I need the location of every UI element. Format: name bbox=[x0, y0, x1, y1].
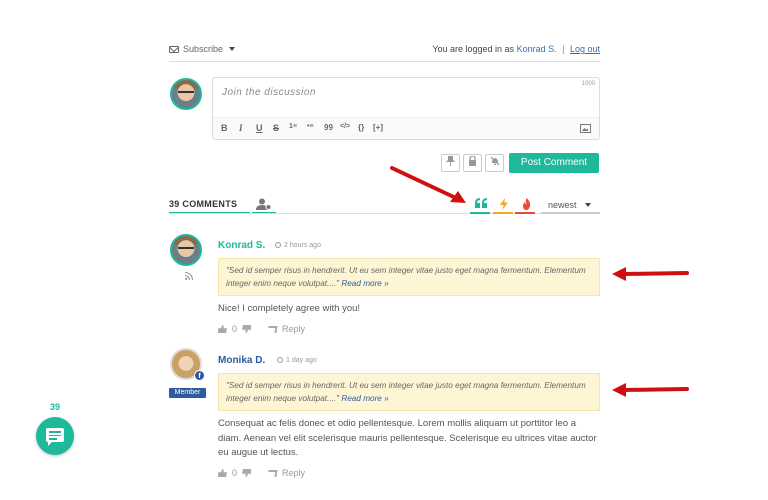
italic-button[interactable]: I bbox=[239, 123, 243, 133]
current-user-avatar bbox=[170, 78, 202, 110]
vote-count: 0 bbox=[232, 468, 238, 478]
post-comment-button[interactable]: Post Comment bbox=[509, 153, 599, 173]
sort-label: newest bbox=[548, 200, 577, 210]
facebook-icon: f bbox=[194, 370, 205, 381]
rss-icon bbox=[185, 272, 193, 280]
separator: | bbox=[562, 44, 565, 54]
chat-line bbox=[49, 431, 61, 433]
top-bar: Subscribe You are logged in as Konrad S.… bbox=[169, 42, 600, 60]
logged-in-prefix: You are logged in as bbox=[432, 44, 515, 54]
divider bbox=[169, 61, 600, 62]
logout-link[interactable]: Log out bbox=[570, 44, 600, 54]
quote-icon bbox=[475, 198, 487, 208]
quote-text: "Sed id semper risus in hendrerit. Ut eu… bbox=[226, 266, 586, 288]
subscribed-users-tab[interactable] bbox=[256, 197, 276, 211]
comment-author[interactable]: Monika D. bbox=[218, 355, 265, 366]
inline-feedback-filter[interactable] bbox=[471, 198, 491, 211]
comment-composer[interactable]: Join the discussion 1000 B I U S 1≡ •≡ 9… bbox=[212, 77, 600, 140]
read-more-link[interactable]: Read more » bbox=[341, 394, 388, 403]
comment-text: Consequat ac felis donec et odio pellent… bbox=[218, 418, 597, 458]
reply-icon[interactable] bbox=[267, 325, 278, 333]
user-settings-icon bbox=[256, 198, 272, 210]
inline-quote: "Sed id semper risus in hendrerit. Ut eu… bbox=[218, 373, 600, 411]
comment-time-text: 1 day ago bbox=[286, 357, 317, 364]
bolt-filter-underline bbox=[493, 212, 513, 214]
thumbs-up-icon[interactable] bbox=[218, 469, 227, 477]
blockquote-button[interactable]: 99 bbox=[324, 123, 333, 132]
login-status: You are logged in as Konrad S. | Log out bbox=[432, 44, 600, 54]
inline-quote: "Sed id semper risus in hendrerit. Ut eu… bbox=[218, 258, 600, 296]
chat-icon bbox=[46, 428, 64, 446]
comment-actions: 0 Reply bbox=[218, 468, 305, 478]
comment-text: Nice! I completely agree with you! bbox=[218, 303, 361, 314]
spoiler-button[interactable]: [+] bbox=[373, 123, 383, 132]
fire-filter-underline bbox=[515, 212, 535, 214]
tabs-divider bbox=[169, 213, 600, 214]
most-reacted-filter[interactable] bbox=[516, 198, 536, 213]
avatar-glasses bbox=[178, 247, 194, 251]
chat-line bbox=[49, 434, 61, 436]
composer-toolbar: B I U S 1≡ •≡ 99 </> {} [+] bbox=[213, 117, 599, 139]
fire-icon bbox=[522, 198, 530, 210]
subscribe-dropdown[interactable]: Subscribe bbox=[169, 44, 236, 54]
vote-count: 0 bbox=[232, 324, 238, 334]
bold-button[interactable]: B bbox=[221, 123, 228, 133]
subscribe-label: Subscribe bbox=[183, 44, 224, 54]
clock-icon bbox=[277, 357, 283, 363]
char-limit: 1000 bbox=[581, 81, 595, 87]
comment-actions: 0 Reply bbox=[218, 324, 305, 334]
read-more-link[interactable]: Read more » bbox=[341, 279, 388, 288]
composer-placeholder: Join the discussion bbox=[222, 87, 316, 98]
ordered-list-button[interactable]: 1≡ bbox=[289, 123, 297, 130]
envelope-icon bbox=[169, 45, 179, 53]
chat-line bbox=[49, 438, 57, 440]
quote-filter-underline bbox=[470, 212, 490, 214]
avatar-glasses bbox=[178, 91, 194, 95]
comment-time[interactable]: 2 hours ago bbox=[275, 242, 321, 249]
reply-button[interactable]: Reply bbox=[282, 324, 305, 334]
annotation-arrow-icon bbox=[612, 267, 689, 281]
mute-notifications-button[interactable] bbox=[485, 154, 504, 172]
bolt-icon bbox=[500, 198, 508, 210]
annotation-arrow-icon bbox=[390, 166, 466, 203]
code-button[interactable]: </> bbox=[340, 123, 350, 130]
reply-button[interactable]: Reply bbox=[282, 468, 305, 478]
strikethrough-button[interactable]: S bbox=[273, 123, 279, 133]
reply-icon[interactable] bbox=[267, 469, 278, 477]
comments-count-tab[interactable]: 39 COMMENTS bbox=[169, 199, 237, 209]
member-badge: Member bbox=[169, 388, 206, 398]
comment-time[interactable]: 1 day ago bbox=[277, 357, 317, 364]
source-code-button[interactable]: {} bbox=[358, 123, 364, 132]
caret-down-icon bbox=[229, 47, 236, 51]
underline-button[interactable]: U bbox=[256, 123, 263, 133]
image-upload-icon[interactable] bbox=[580, 124, 591, 133]
clock-icon bbox=[275, 242, 281, 248]
sort-dropdown[interactable]: newest bbox=[548, 200, 591, 210]
quote-text: "Sed id semper risus in hendrerit. Ut eu… bbox=[226, 381, 586, 403]
comment-bubble-button[interactable] bbox=[36, 417, 74, 455]
hottest-filter[interactable] bbox=[494, 198, 514, 213]
bell-off-icon bbox=[490, 156, 499, 166]
bubble-count: 39 bbox=[50, 402, 61, 412]
thumbs-down-icon[interactable] bbox=[242, 325, 251, 333]
thumbs-up-icon[interactable] bbox=[218, 325, 227, 333]
user-name-link[interactable]: Konrad S. bbox=[517, 44, 557, 54]
sort-underline bbox=[541, 212, 600, 214]
caret-down-icon bbox=[584, 203, 591, 207]
comment-avatar[interactable] bbox=[170, 234, 202, 266]
bullet-list-button[interactable]: •≡ bbox=[307, 123, 314, 130]
annotation-arrow-icon bbox=[612, 383, 689, 397]
comment-author[interactable]: Konrad S. bbox=[218, 240, 265, 251]
thumbs-down-icon[interactable] bbox=[242, 469, 251, 477]
comment-time-text: 2 hours ago bbox=[284, 242, 321, 249]
